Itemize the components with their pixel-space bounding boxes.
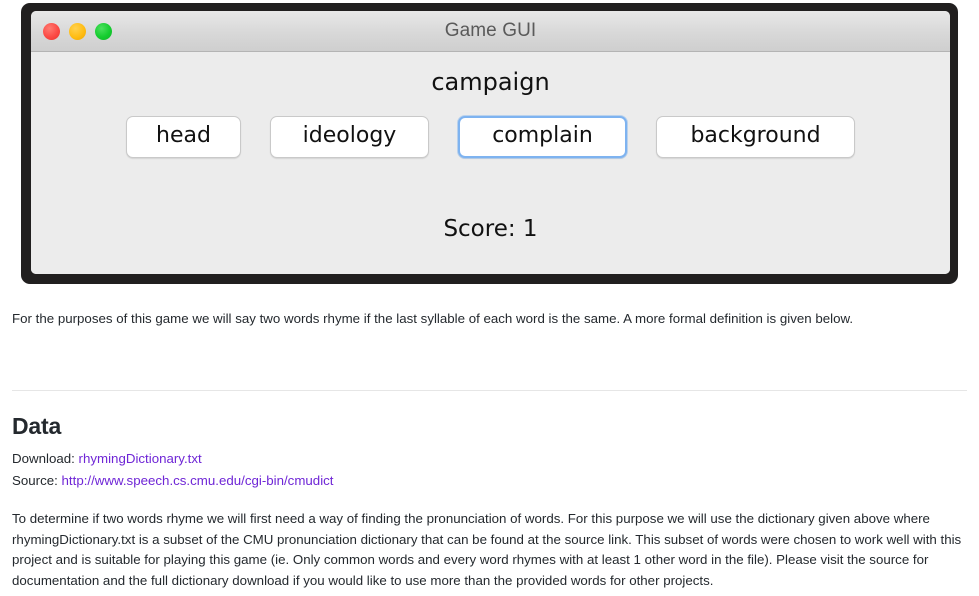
maximize-window-icon[interactable] bbox=[95, 22, 112, 40]
window-controls bbox=[43, 11, 112, 51]
choice-button-row: head ideology complain background bbox=[31, 116, 950, 158]
intro-paragraph: For the purposes of this game we will sa… bbox=[12, 311, 854, 326]
close-window-icon[interactable] bbox=[43, 22, 60, 40]
choice-button-complain[interactable]: complain bbox=[458, 116, 627, 158]
score-label: Score: 1 bbox=[443, 215, 538, 242]
choice-button-background[interactable]: background bbox=[656, 116, 855, 158]
download-line: Download: rhymingDictionary.txt bbox=[12, 449, 967, 470]
choice-button-ideology[interactable]: ideology bbox=[270, 116, 429, 158]
window-titlebar: Game GUI bbox=[31, 11, 950, 52]
download-label: Download: bbox=[12, 450, 75, 466]
source-label: Source: bbox=[12, 473, 58, 489]
section-divider bbox=[12, 389, 967, 391]
choice-button-head[interactable]: head bbox=[126, 116, 241, 158]
prompt-word: campaign bbox=[431, 68, 550, 96]
page-content: For the purposes of this game we will sa… bbox=[0, 296, 979, 592]
source-line: Source: http://www.speech.cs.cmu.edu/cgi… bbox=[12, 471, 967, 492]
body-paragraph: To determine if two words rhyme we will … bbox=[12, 510, 962, 589]
page-title: Data bbox=[12, 412, 62, 439]
game-window: Game GUI campaign head ideology complain… bbox=[31, 11, 950, 274]
game-window-frame: Game GUI campaign head ideology complain… bbox=[21, 3, 958, 284]
game-window-body: campaign head ideology complain backgrou… bbox=[31, 52, 950, 274]
download-link[interactable]: rhymingDictionary.txt bbox=[79, 451, 202, 466]
minimize-window-icon[interactable] bbox=[69, 22, 86, 40]
source-link[interactable]: http://www.speech.cs.cmu.edu/cgi-bin/cmu… bbox=[62, 473, 334, 488]
window-title: Game GUI bbox=[444, 20, 537, 41]
